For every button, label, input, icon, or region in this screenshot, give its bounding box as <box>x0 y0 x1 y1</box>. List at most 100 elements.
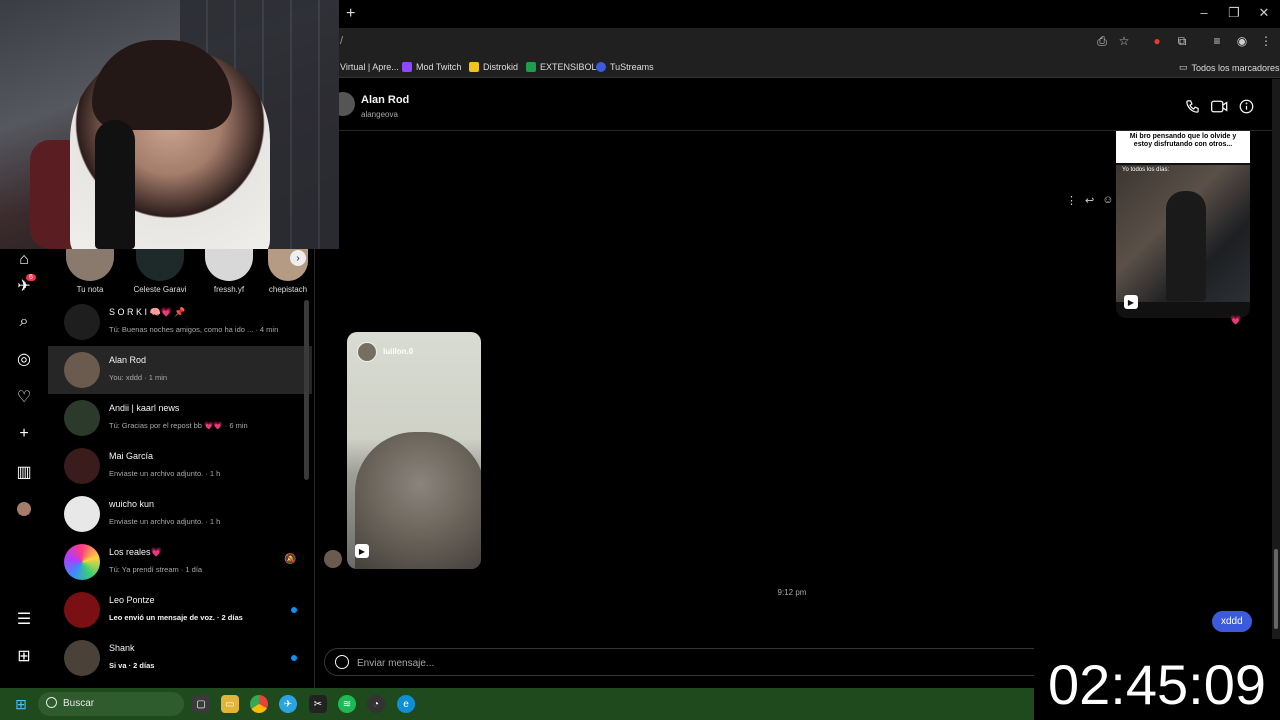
edge-icon[interactable]: e <box>397 695 415 713</box>
conversation-avatar <box>64 592 100 628</box>
note-avatar <box>205 245 253 281</box>
restore-button[interactable]: ❐ <box>1224 5 1244 21</box>
notes-next-chevron-icon[interactable]: › <box>290 250 306 266</box>
create-icon[interactable]: + <box>14 424 34 444</box>
profile-avatar[interactable] <box>14 499 34 519</box>
chrome-icon[interactable] <box>250 695 268 713</box>
bookmark-item[interactable]: TuStreams <box>596 62 654 72</box>
emoji-picker-icon[interactable] <box>335 655 349 669</box>
all-bookmarks-folder[interactable]: ▭ Todos los marcadores <box>1179 62 1280 73</box>
note-item[interactable]: Celeste Garavi <box>130 245 190 294</box>
reel-subcaption: Yo todos los días: <box>1122 167 1170 173</box>
shared-reel-received[interactable]: luillon.0 ▶ <box>347 332 481 569</box>
task-view-icon[interactable]: ▢ <box>192 695 210 713</box>
conversation-avatar <box>64 496 100 532</box>
chat-contact-name[interactable]: Alan Rod <box>361 94 409 106</box>
all-bookmarks-label: Todos los marcadores <box>1191 62 1280 73</box>
file-explorer-icon[interactable]: ▭ <box>221 695 239 713</box>
distrokid-icon <box>469 62 479 72</box>
conversation-item[interactable]: S O R K I 🧠💗 📌 Tú: Buenas noches amigos,… <box>48 298 312 346</box>
inbox-scrollbar[interactable] <box>304 300 309 480</box>
conversation-item[interactable]: wuicho kun Enviaste un archivo adjunto. … <box>48 490 312 538</box>
new-tab-button[interactable]: + <box>346 5 355 23</box>
scrollbar-thumb[interactable] <box>1274 549 1278 629</box>
bookmark-item[interactable]: Mod Twitch <box>402 62 461 72</box>
phone-call-icon[interactable] <box>1183 97 1201 115</box>
sent-message-bubble[interactable]: xddd <box>1212 611 1252 632</box>
note-avatar <box>66 245 114 281</box>
stream-clock: 02:45:09 <box>1034 639 1280 720</box>
bookmark-label: Virtual | Apre... <box>340 62 399 72</box>
obs-icon[interactable]: ◔ <box>367 695 385 713</box>
nav-rail: ⌂ ✈ 6 ⌕ ◎ ♡ + ▥ ☰ ⊞ <box>0 250 48 688</box>
heart-reaction-icon[interactable]: 💗 <box>1230 315 1241 326</box>
install-icon[interactable]: ⎙ <box>1094 33 1110 49</box>
spotify-icon[interactable]: ≋ <box>338 695 356 713</box>
capcut-icon[interactable]: ✂ <box>309 695 327 713</box>
address-bar-fragment[interactable]: / <box>340 35 343 47</box>
conversation-name: S O R K I 🧠💗 📌 <box>109 307 186 317</box>
conversation-item-active[interactable]: Alan Rod You: xddd · 1 min <box>48 346 312 394</box>
conversation-name: Los reales💗 <box>109 547 162 557</box>
browser-menu-icon[interactable]: ⋮ <box>1258 33 1274 49</box>
bookmark-label: TuStreams <box>610 62 654 72</box>
windows-start-icon[interactable]: ⊞ <box>12 695 30 713</box>
note-label: Tu nota <box>76 285 104 294</box>
reel-caption: Mi bro pensando que lo olvide y estoy di… <box>1116 131 1250 163</box>
muted-bell-icon: 🔕 <box>284 554 297 565</box>
extensions-puzzle-icon[interactable]: ⧉ <box>1174 33 1190 49</box>
bookmark-item[interactable]: EXTENSIBOL <box>526 62 597 72</box>
home-icon[interactable]: ⌂ <box>14 250 34 270</box>
unread-dot <box>291 607 297 613</box>
conversation-item[interactable]: Shank Si va · 2 días <box>48 634 312 682</box>
screen: + – ❐ ✕ / ⎙ ☆ ● ⧉ ≡ ◉ ⋮ Virtual | Apre..… <box>0 0 1280 720</box>
conversation-name: Shank <box>109 643 135 653</box>
note-label: chepistach <box>268 285 308 294</box>
reel-play-icon: ▶ <box>1124 295 1138 309</box>
unread-dot <box>291 655 297 661</box>
conversation-item[interactable]: Mai García Enviaste un archivo adjunto. … <box>48 442 312 490</box>
notes-row: Tu nota Celeste Garavi fressh.yf chepist… <box>48 245 314 297</box>
conversation-avatar <box>64 544 100 580</box>
close-button[interactable]: ✕ <box>1254 5 1274 21</box>
page-scrollbar[interactable] <box>1272 79 1280 688</box>
sender-avatar <box>324 550 342 568</box>
video-call-icon[interactable] <box>1210 97 1228 115</box>
notifications-heart-icon[interactable]: ♡ <box>14 387 34 407</box>
apps-icon[interactable]: ⊞ <box>14 646 34 666</box>
message-input[interactable] <box>357 655 957 671</box>
bookmark-item[interactable]: Distrokid <box>469 62 518 72</box>
react-emoji-icon[interactable]: ☺ <box>1102 194 1113 208</box>
note-item[interactable]: fressh.yf <box>199 245 259 294</box>
bookmark-item[interactable]: Virtual | Apre... <box>340 62 399 72</box>
reel-play-icon: ▶ <box>355 544 369 558</box>
conversation-name: Andii | kaarl news <box>109 403 180 413</box>
taskbar-search[interactable]: Buscar <box>38 692 184 716</box>
reel-thumbnail <box>355 432 481 569</box>
note-label: Celeste Garavi <box>133 285 187 294</box>
conversation-item[interactable]: Los reales💗 Tú: Ya prendí stream · 1 día… <box>48 538 312 586</box>
info-icon[interactable] <box>1237 97 1255 115</box>
note-item[interactable]: Tu nota <box>60 245 120 294</box>
explore-icon[interactable]: ◎ <box>14 349 34 369</box>
media-queue-icon[interactable]: ≡ <box>1209 33 1225 49</box>
notification-badge: 6 <box>26 274 36 281</box>
conversation-preview: You: xddd · 1 min <box>109 373 168 382</box>
note-avatar <box>136 245 184 281</box>
more-menu-icon[interactable]: ☰ <box>14 609 34 629</box>
extension-red-icon[interactable]: ● <box>1149 33 1165 49</box>
shared-reel-sent[interactable]: Mi bro pensando que lo olvide y estoy di… <box>1116 131 1250 318</box>
conversation-item[interactable]: Leo Pontze Leo envió un mensaje de voz. … <box>48 586 312 634</box>
profile-avatar-icon[interactable]: ◉ <box>1234 33 1250 49</box>
more-options-icon[interactable]: ⋮ <box>1066 194 1077 208</box>
bookmark-star-icon[interactable]: ☆ <box>1116 33 1132 49</box>
search-icon[interactable]: ⌕ <box>14 312 34 332</box>
dashboard-icon[interactable]: ▥ <box>14 462 34 482</box>
minimize-button[interactable]: – <box>1194 5 1214 20</box>
conversation-preview: Tú: Gracias por el repost bb 💗💗 · 6 min <box>109 421 248 430</box>
sheets-icon <box>526 62 536 72</box>
telegram-icon[interactable]: ✈ <box>279 695 297 713</box>
reply-icon[interactable]: ↩ <box>1085 194 1094 208</box>
conversation-avatar <box>64 304 100 340</box>
conversation-item[interactable]: Andii | kaarl news Tú: Gracias por el re… <box>48 394 312 442</box>
